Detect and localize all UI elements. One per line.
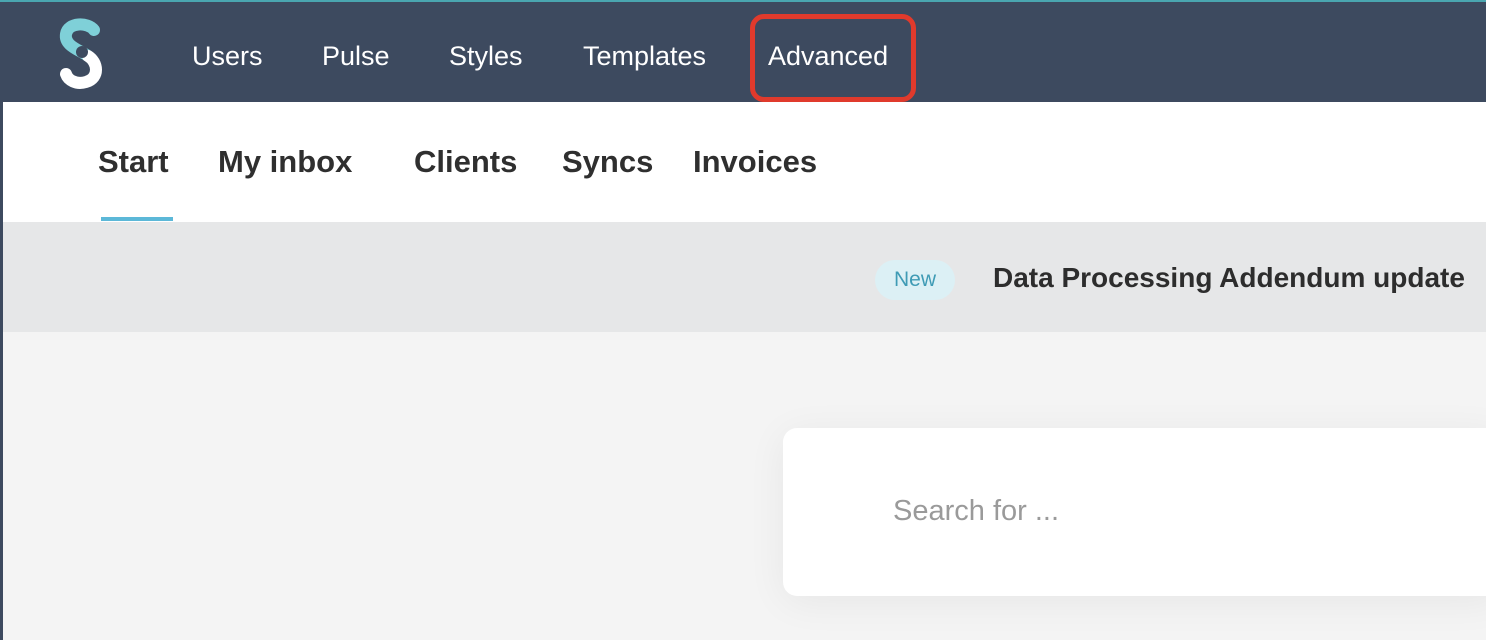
- top-nav-advanced[interactable]: Advanced: [768, 36, 888, 76]
- tab-invoices[interactable]: Invoices: [693, 142, 817, 182]
- main-content: [0, 332, 1486, 640]
- search-input[interactable]: [893, 486, 1453, 536]
- s-logo-icon[interactable]: [58, 18, 106, 90]
- tab-syncs[interactable]: Syncs: [562, 142, 653, 182]
- top-nav-templates[interactable]: Templates: [583, 36, 706, 76]
- top-nav-styles[interactable]: Styles: [449, 36, 523, 76]
- announcement-banner: New Data Processing Addendum update: [0, 222, 1486, 332]
- tab-start[interactable]: Start: [98, 142, 169, 182]
- section-tabs: Start My inbox Clients Syncs Invoices: [0, 102, 1486, 222]
- tab-my-inbox[interactable]: My inbox: [218, 142, 352, 182]
- top-nav-users[interactable]: Users: [192, 36, 263, 76]
- tab-clients[interactable]: Clients: [414, 142, 517, 182]
- new-badge: New: [875, 260, 955, 300]
- active-tab-indicator: [101, 217, 173, 221]
- search-card: [783, 428, 1486, 596]
- top-navigation-bar: Users Pulse Styles Templates Advanced: [0, 0, 1486, 102]
- announcement-title[interactable]: Data Processing Addendum update: [993, 258, 1465, 298]
- top-nav-pulse[interactable]: Pulse: [322, 36, 390, 76]
